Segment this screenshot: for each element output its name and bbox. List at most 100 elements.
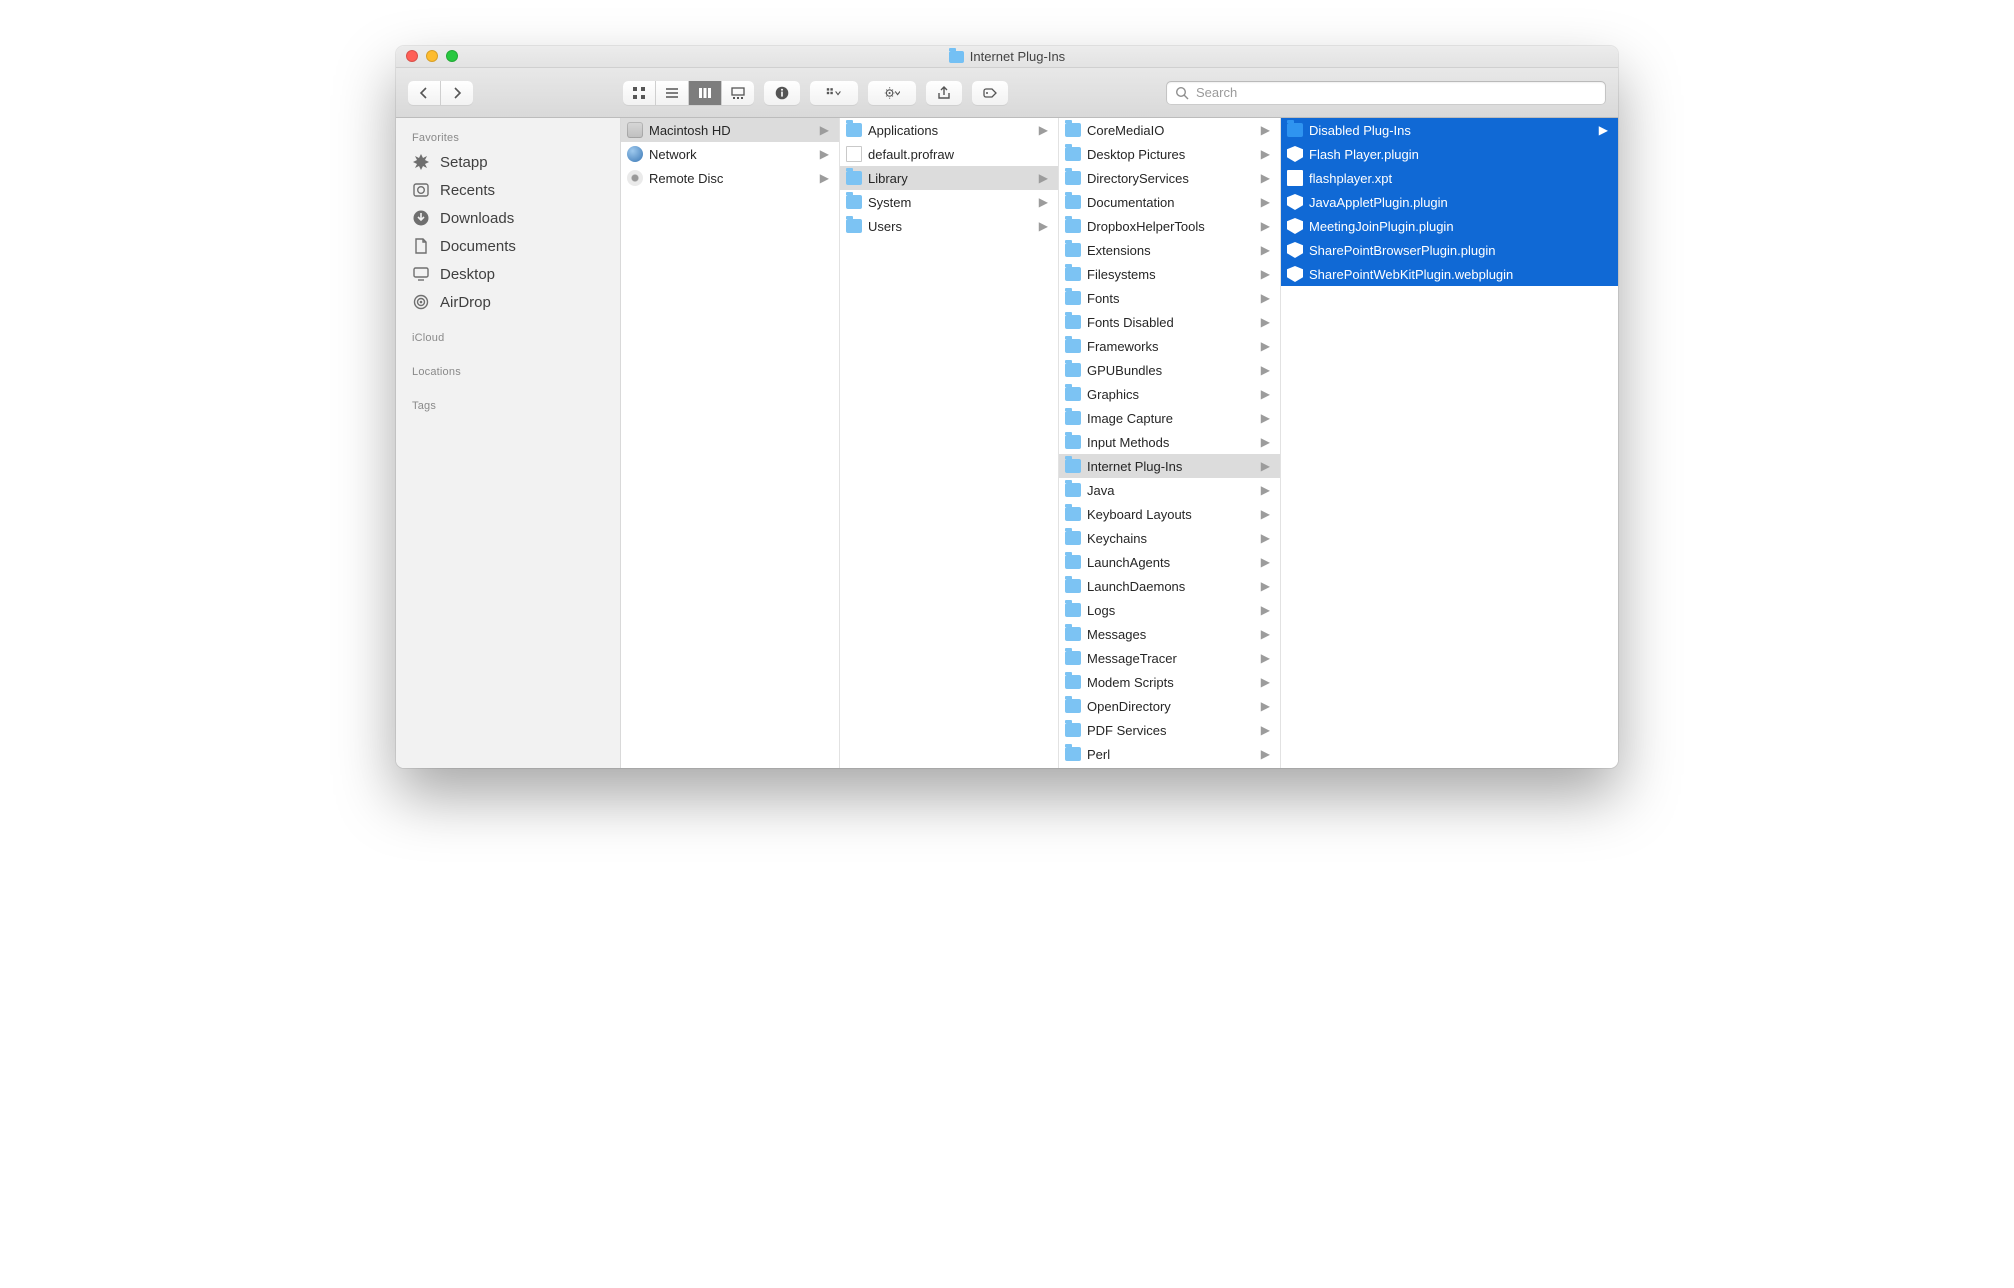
group-by-button[interactable] <box>810 81 858 105</box>
icon-view-button[interactable] <box>623 81 656 105</box>
plugin-icon <box>1287 194 1303 210</box>
sidebar-item-setapp[interactable]: Setapp <box>396 148 620 176</box>
file-row-label: Keyboard Layouts <box>1087 507 1192 522</box>
file-row[interactable]: flashplayer.xpt <box>1281 166 1618 190</box>
column-3[interactable]: Disabled Plug-Ins▶Flash Player.pluginfla… <box>1281 118 1618 768</box>
list-view-button[interactable] <box>656 81 689 105</box>
get-info-button[interactable] <box>764 81 800 105</box>
file-row[interactable]: SharePointBrowserPlugin.plugin <box>1281 238 1618 262</box>
titlebar: Internet Plug-Ins <box>396 46 1618 68</box>
file-row[interactable]: GPUBundles▶ <box>1059 358 1280 382</box>
file-row[interactable]: Modem Scripts▶ <box>1059 670 1280 694</box>
chevron-right-icon: ▶ <box>1261 675 1274 689</box>
file-row[interactable]: Documentation▶ <box>1059 190 1280 214</box>
sidebar-header-icloud: iCloud <box>396 326 620 348</box>
zoom-window-button[interactable] <box>446 50 458 62</box>
sidebar-item-downloads[interactable]: Downloads <box>396 204 620 232</box>
file-row[interactable]: Desktop Pictures▶ <box>1059 142 1280 166</box>
file-row[interactable]: Fonts Disabled▶ <box>1059 310 1280 334</box>
file-row[interactable]: DirectoryServices▶ <box>1059 166 1280 190</box>
documents-icon <box>412 237 430 255</box>
file-row-label: Logs <box>1087 603 1115 618</box>
forward-button[interactable] <box>441 81 473 105</box>
folder-icon <box>1065 435 1081 449</box>
file-row[interactable]: Flash Player.plugin <box>1281 142 1618 166</box>
minimize-window-button[interactable] <box>426 50 438 62</box>
back-button[interactable] <box>408 81 441 105</box>
file-row[interactable]: Graphics▶ <box>1059 382 1280 406</box>
file-row[interactable]: Library▶ <box>840 166 1058 190</box>
gallery-view-button[interactable] <box>722 81 754 105</box>
edit-tags-button[interactable] <box>972 81 1008 105</box>
action-menu-button[interactable] <box>868 81 916 105</box>
sidebar-item-desktop[interactable]: Desktop <box>396 260 620 288</box>
file-row[interactable]: default.profraw <box>840 142 1058 166</box>
share-button[interactable] <box>926 81 962 105</box>
window-title-text: Internet Plug-Ins <box>970 49 1065 64</box>
file-row[interactable]: LaunchDaemons▶ <box>1059 574 1280 598</box>
folder-icon <box>1065 483 1081 497</box>
sidebar-item-label: Setapp <box>440 154 488 171</box>
file-row-label: Remote Disc <box>649 171 723 186</box>
file-row[interactable]: Java▶ <box>1059 478 1280 502</box>
file-row[interactable]: Applications▶ <box>840 118 1058 142</box>
file-row[interactable]: Perl▶ <box>1059 742 1280 766</box>
column-0[interactable]: Macintosh HD▶Network▶Remote Disc▶ <box>621 118 840 768</box>
share-icon <box>936 85 952 101</box>
close-window-button[interactable] <box>406 50 418 62</box>
file-row[interactable]: Macintosh HD▶ <box>621 118 839 142</box>
file-row[interactable]: Users▶ <box>840 214 1058 238</box>
file-row-label: PDF Services <box>1087 723 1166 738</box>
folder-icon <box>1065 579 1081 593</box>
sidebar-item-airdrop[interactable]: AirDrop <box>396 288 620 316</box>
file-row-label: DropboxHelperTools <box>1087 219 1205 234</box>
file-row[interactable]: MeetingJoinPlugin.plugin <box>1281 214 1618 238</box>
file-row-label: Users <box>868 219 902 234</box>
file-row[interactable]: Remote Disc▶ <box>621 166 839 190</box>
file-row[interactable]: Image Capture▶ <box>1059 406 1280 430</box>
plugin-icon <box>1287 146 1303 162</box>
file-row-label: Internet Plug-Ins <box>1087 459 1182 474</box>
column-2[interactable]: CoreMediaIO▶Desktop Pictures▶DirectorySe… <box>1059 118 1281 768</box>
folder-icon <box>1065 267 1081 281</box>
file-row[interactable]: DropboxHelperTools▶ <box>1059 214 1280 238</box>
file-row[interactable]: Keyboard Layouts▶ <box>1059 502 1280 526</box>
file-row[interactable]: OpenDirectory▶ <box>1059 694 1280 718</box>
chevron-right-icon: ▶ <box>1261 363 1274 377</box>
sidebar-item-documents[interactable]: Documents <box>396 232 620 260</box>
file-row[interactable]: LaunchAgents▶ <box>1059 550 1280 574</box>
folder-icon <box>1065 195 1081 209</box>
file-row[interactable]: MessageTracer▶ <box>1059 646 1280 670</box>
file-row[interactable]: Network▶ <box>621 142 839 166</box>
file-row[interactable]: JavaAppletPlugin.plugin <box>1281 190 1618 214</box>
column-view-button[interactable] <box>689 81 722 105</box>
file-row[interactable]: Input Methods▶ <box>1059 430 1280 454</box>
file-row[interactable]: Disabled Plug-Ins▶ <box>1281 118 1618 142</box>
file-icon <box>846 146 862 162</box>
search-field[interactable] <box>1166 81 1606 105</box>
file-row[interactable]: Logs▶ <box>1059 598 1280 622</box>
file-row[interactable]: Keychains▶ <box>1059 526 1280 550</box>
file-row[interactable]: Fonts▶ <box>1059 286 1280 310</box>
file-row[interactable]: Extensions▶ <box>1059 238 1280 262</box>
folder-icon <box>1065 219 1081 233</box>
sidebar-item-recents[interactable]: Recents <box>396 176 620 204</box>
file-row-label: Desktop Pictures <box>1087 147 1185 162</box>
file-row-label: LaunchDaemons <box>1087 579 1185 594</box>
file-row[interactable]: SharePointWebKitPlugin.webplugin <box>1281 262 1618 286</box>
file-row[interactable]: Filesystems▶ <box>1059 262 1280 286</box>
plugin-icon <box>1287 266 1303 282</box>
search-input[interactable] <box>1196 85 1598 100</box>
file-row[interactable]: CoreMediaIO▶ <box>1059 118 1280 142</box>
file-row-label: DirectoryServices <box>1087 171 1189 186</box>
column-1[interactable]: Applications▶default.profrawLibrary▶Syst… <box>840 118 1059 768</box>
folder-icon <box>846 171 862 185</box>
folder-icon <box>1065 723 1081 737</box>
file-row[interactable]: PDF Services▶ <box>1059 718 1280 742</box>
file-row[interactable]: Internet Plug-Ins▶ <box>1059 454 1280 478</box>
info-icon <box>774 85 790 101</box>
file-row[interactable]: System▶ <box>840 190 1058 214</box>
file-row[interactable]: Frameworks▶ <box>1059 334 1280 358</box>
file-row[interactable]: Messages▶ <box>1059 622 1280 646</box>
chevron-right-icon: ▶ <box>1261 651 1274 665</box>
